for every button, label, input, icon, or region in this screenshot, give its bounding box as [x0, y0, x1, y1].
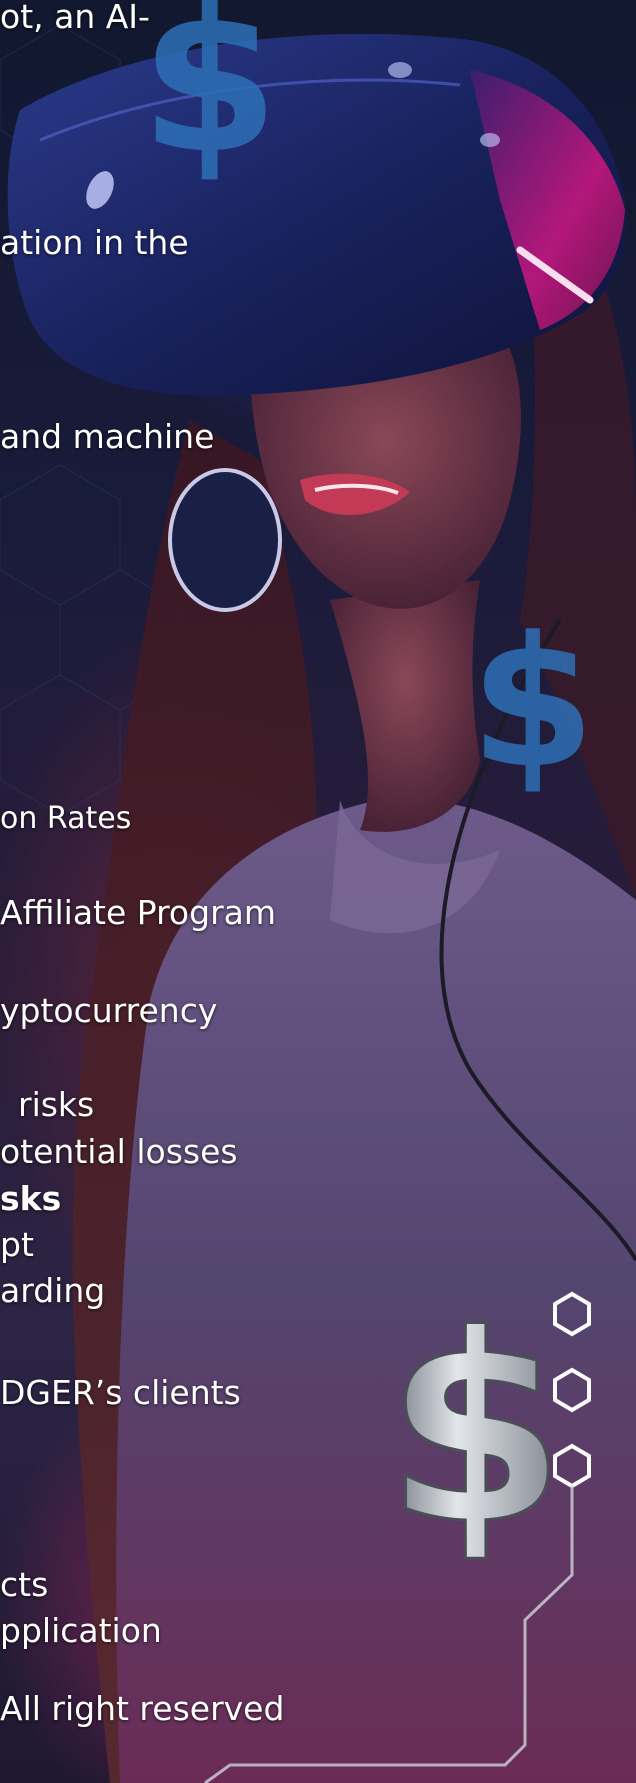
dollar-icon: $	[140, 0, 279, 198]
text-line: and machine	[0, 417, 215, 456]
text-line: arding	[0, 1271, 106, 1310]
svg-text:$: $	[140, 0, 279, 198]
text-line: yptocurrency	[0, 991, 218, 1030]
text-line: otential losses	[0, 1132, 238, 1171]
text-line: Affiliate Program	[0, 893, 277, 932]
text-line: risks	[18, 1085, 95, 1124]
svg-text:$: $	[470, 599, 595, 808]
svg-text:$: $	[385, 1280, 566, 1582]
neck	[330, 580, 480, 832]
text-line: DGER’s clients	[0, 1373, 241, 1412]
headphone	[168, 468, 282, 612]
page: $ $ $ ot, an AI- ation in the and machin…	[0, 0, 636, 1783]
text-line: ation in the	[0, 223, 189, 262]
dollar-icon: $	[470, 599, 595, 808]
text-line: ot, an AI-	[0, 0, 150, 36]
dollar-icon: $	[384, 1279, 568, 1584]
text-line: cts	[0, 1565, 49, 1604]
text-line: sks	[0, 1179, 62, 1218]
text-line: pplication	[0, 1611, 162, 1650]
background-artwork: $ $ $	[0, 0, 636, 1783]
text-line: All right reserved	[0, 1689, 285, 1728]
text-line: on Rates	[0, 801, 132, 836]
text-line: pt	[0, 1225, 34, 1264]
